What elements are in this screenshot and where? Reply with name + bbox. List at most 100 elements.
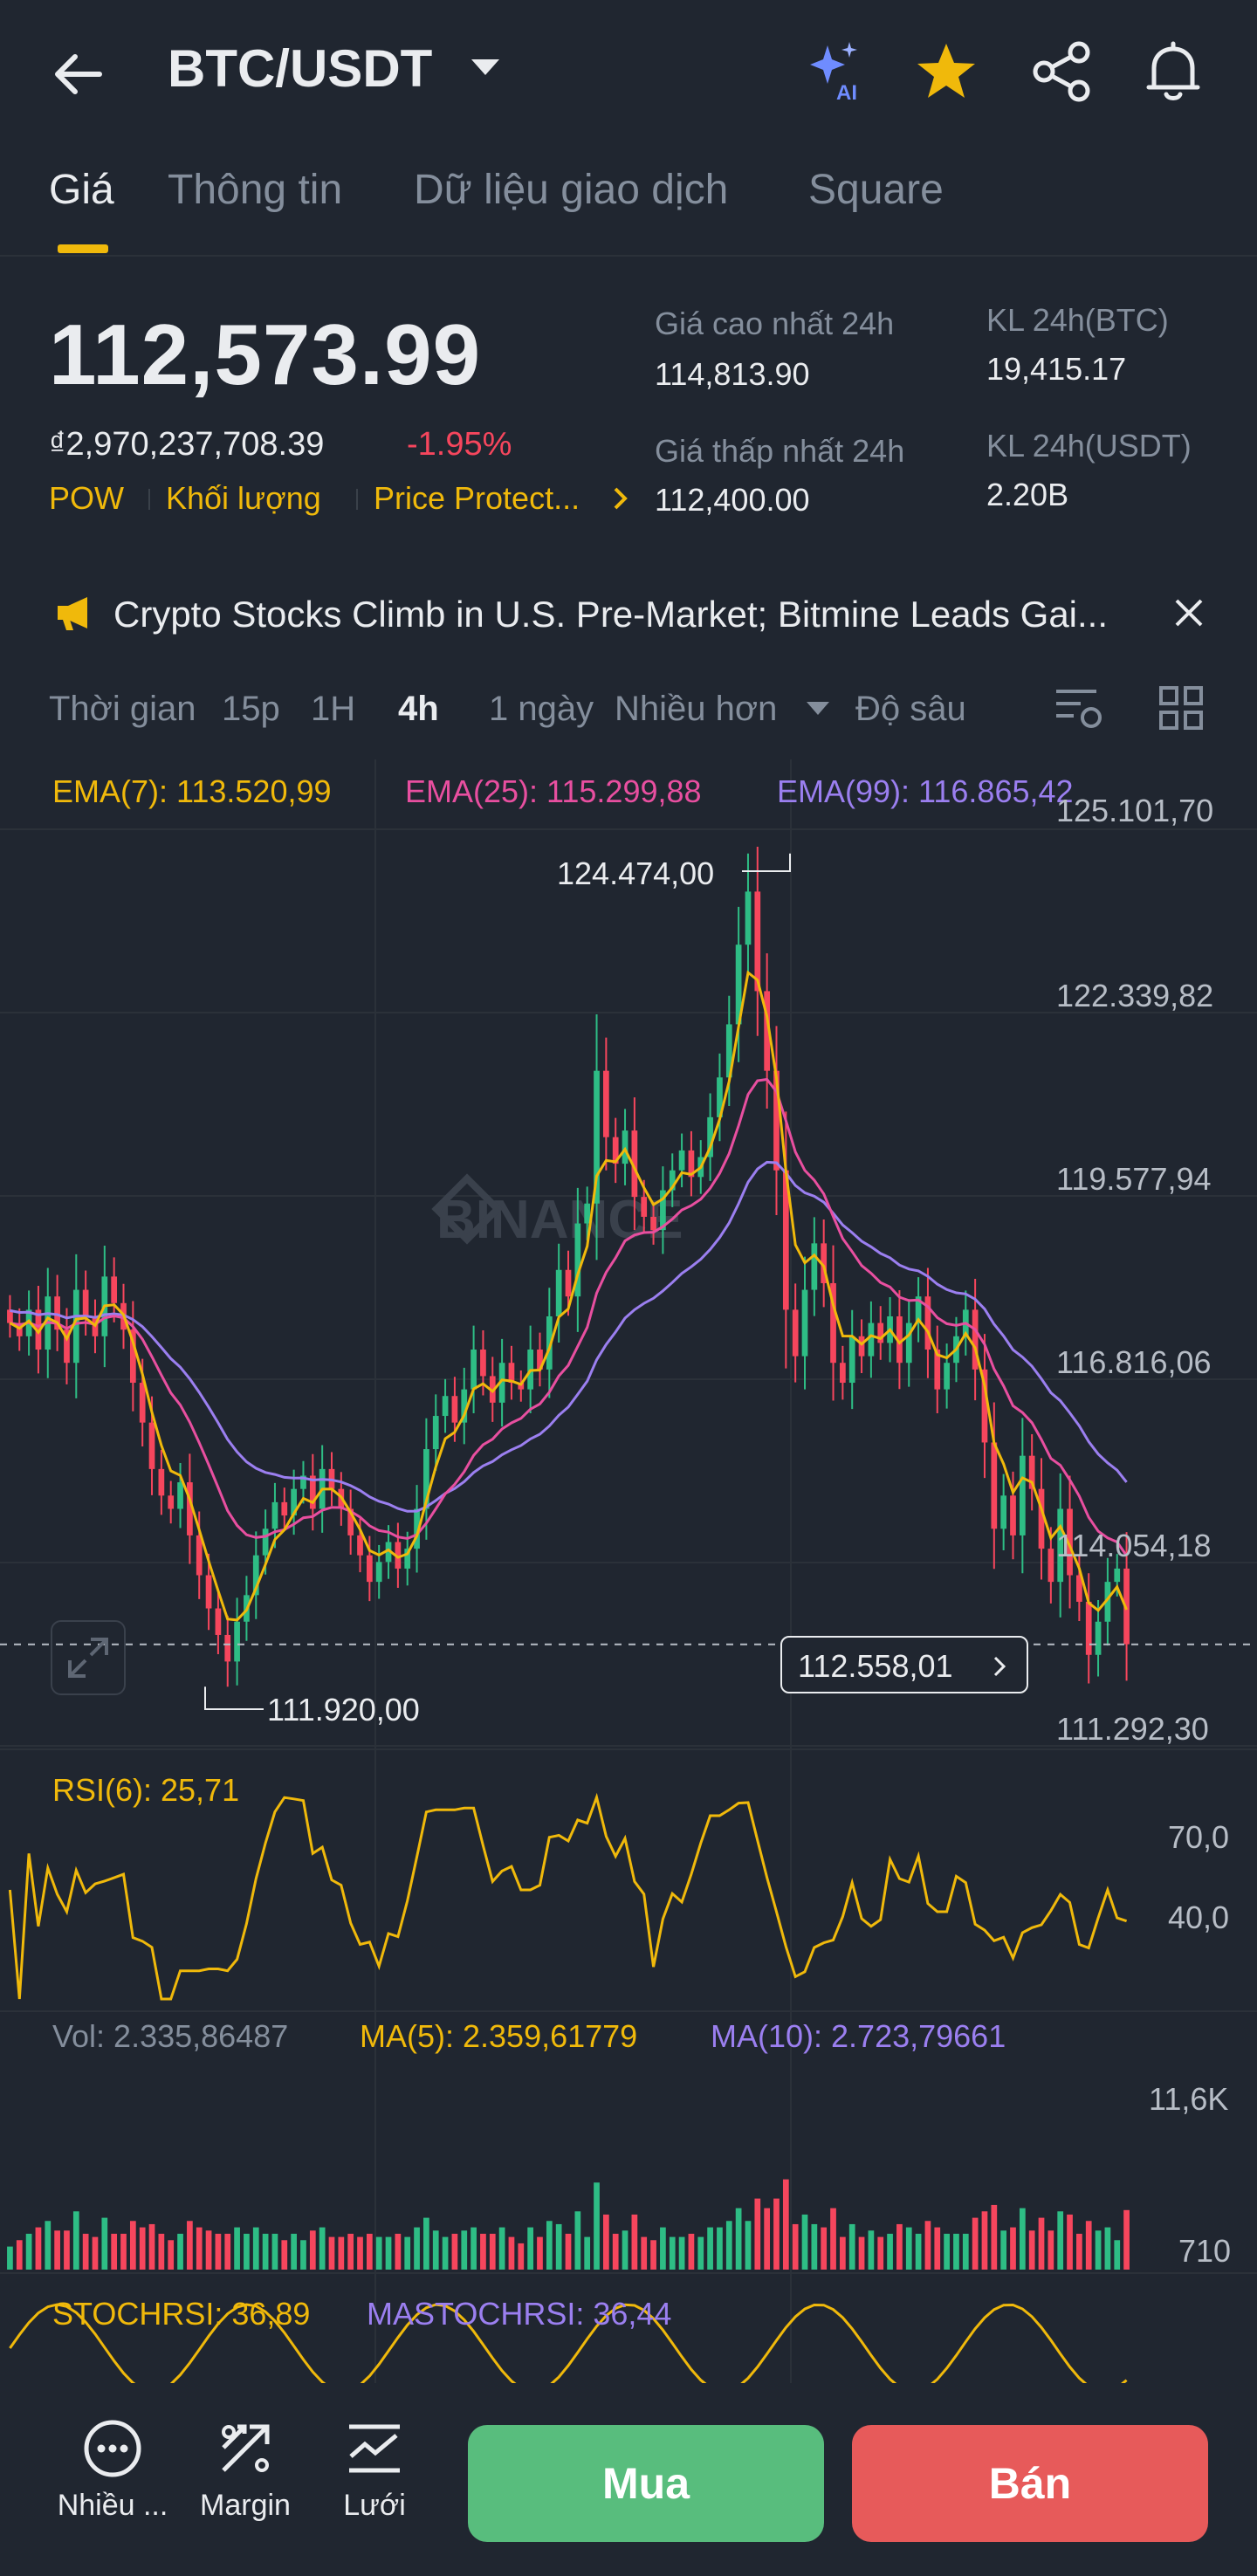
volume-bar [357, 2236, 363, 2270]
interval-15m[interactable]: 15p [222, 690, 280, 729]
fullscreen-button[interactable] [51, 1620, 126, 1695]
candle [1019, 1455, 1026, 1535]
tag-price-protect[interactable]: Price Protect... [374, 480, 580, 517]
depth-tab[interactable]: Độ sâu [855, 690, 966, 729]
sell-button[interactable]: Bán [852, 2425, 1208, 2542]
margin-button[interactable]: Margin [180, 2418, 311, 2523]
volume-bar [801, 2214, 808, 2270]
y-tick-label: 125.101,70 [1056, 793, 1214, 828]
candle [840, 1363, 846, 1384]
volume-bar [139, 2227, 146, 2270]
volume-bar [291, 2233, 297, 2270]
tag-pow[interactable]: POW [49, 480, 124, 517]
volume-bar [972, 2217, 979, 2270]
current-price-tag[interactable]: 112.558,01 [780, 1636, 1028, 1693]
candle [858, 1336, 865, 1357]
low-24h-value: 112,400.00 [655, 482, 810, 518]
candle [215, 1608, 222, 1635]
back-arrow-icon[interactable] [49, 44, 110, 105]
volume-bar [300, 2240, 306, 2270]
tab-price[interactable]: Giá [49, 166, 114, 214]
candle [234, 1621, 240, 1662]
pair-title[interactable]: BTC/USDT [168, 38, 432, 99]
candle [168, 1495, 175, 1509]
volume-bar [924, 2221, 931, 2270]
buy-button[interactable]: Mua [468, 2425, 824, 2542]
more-button[interactable]: Nhiều ... [47, 2418, 178, 2523]
volume-bar [72, 2211, 79, 2270]
share-icon[interactable] [1028, 38, 1095, 105]
candle [1085, 1601, 1092, 1655]
volume-bar [366, 2233, 373, 2270]
volume-bar [451, 2233, 458, 2270]
grid-bot-button[interactable]: Lưới [309, 2418, 440, 2523]
volume-bar [25, 2233, 32, 2270]
indicator-settings-icon[interactable] [1053, 684, 1105, 733]
layout-grid-icon[interactable] [1157, 684, 1205, 732]
ai-sparkle-icon[interactable]: AI [801, 38, 868, 105]
candle [641, 1197, 648, 1217]
news-headline[interactable]: Crypto Stocks Climb in U.S. Pre-Market; … [113, 594, 1144, 635]
candle [271, 1501, 278, 1529]
volume-bar [754, 2198, 761, 2270]
candle [281, 1501, 288, 1516]
volume-bar [650, 2240, 656, 2270]
volume-bar [1019, 2208, 1026, 2270]
volume-bar [328, 2236, 335, 2270]
volume-bar [991, 2204, 998, 2270]
ema25-label: EMA(25): 115.299,88 [405, 773, 702, 809]
volume-bar [1028, 2230, 1035, 2270]
volume-bar [858, 2236, 865, 2270]
margin-icon [222, 2424, 270, 2472]
volume-bar [584, 2236, 591, 2270]
candle [848, 1336, 855, 1384]
volume-bar [537, 2236, 543, 2270]
active-tab-indicator [58, 244, 108, 253]
volume-bar [1067, 2214, 1073, 2270]
more-label: Nhiều ... [57, 2489, 168, 2522]
last-price: 112,573.99 [49, 306, 482, 402]
volume-bar [745, 2221, 752, 2270]
tab-trading-data[interactable]: Dữ liệu giao dịch [414, 166, 728, 214]
volume-ma5-label: MA(5): 2.359,61779 [360, 2018, 638, 2054]
volume-bar [281, 2240, 288, 2270]
fiat-price: ₫2,970,237,708.39 [49, 426, 325, 463]
candle [811, 1243, 818, 1290]
volume-bar [660, 2227, 666, 2270]
volume-bar [224, 2233, 231, 2270]
candle [905, 1322, 912, 1364]
interval-4h[interactable]: 4h [398, 690, 439, 729]
volume-bar [546, 2221, 553, 2270]
volume-bar [1000, 2230, 1007, 2270]
grid-label: Lưới [343, 2489, 406, 2522]
tab-info[interactable]: Thông tin [168, 166, 342, 214]
volume-bar [215, 2233, 222, 2270]
volume-bar [404, 2236, 411, 2270]
rsi-tick: 70,0 [1168, 1819, 1230, 1855]
chevron-right-icon[interactable] [611, 485, 630, 512]
interval-1h[interactable]: 1H [311, 690, 355, 729]
volume-bar [129, 2221, 136, 2270]
chevron-down-icon[interactable] [807, 702, 829, 715]
close-icon[interactable] [1170, 594, 1208, 632]
volume-bar [1104, 2227, 1111, 2270]
volume-bar [877, 2236, 884, 2270]
interval-1d[interactable]: 1 ngày [489, 690, 594, 729]
candle [1000, 1495, 1007, 1529]
candle [158, 1468, 165, 1496]
interval-more[interactable]: Nhiều hơn [615, 690, 777, 729]
volume-bar [1010, 2227, 1016, 2270]
tab-square[interactable]: Square [808, 166, 944, 214]
volume-bar [905, 2227, 912, 2270]
tag-volume[interactable]: Khối lượng [166, 480, 321, 517]
tag-separator [148, 489, 150, 510]
candle [555, 1269, 562, 1316]
volume-bar [7, 2246, 13, 2270]
ema99-label: EMA(99): 116.865,42 [777, 773, 1074, 809]
bell-icon[interactable] [1140, 38, 1206, 105]
volume-bar [158, 2233, 165, 2270]
chevron-down-icon[interactable] [471, 59, 499, 75]
star-icon[interactable] [913, 38, 979, 105]
candle [678, 1150, 685, 1171]
volume-bar [423, 2217, 429, 2270]
